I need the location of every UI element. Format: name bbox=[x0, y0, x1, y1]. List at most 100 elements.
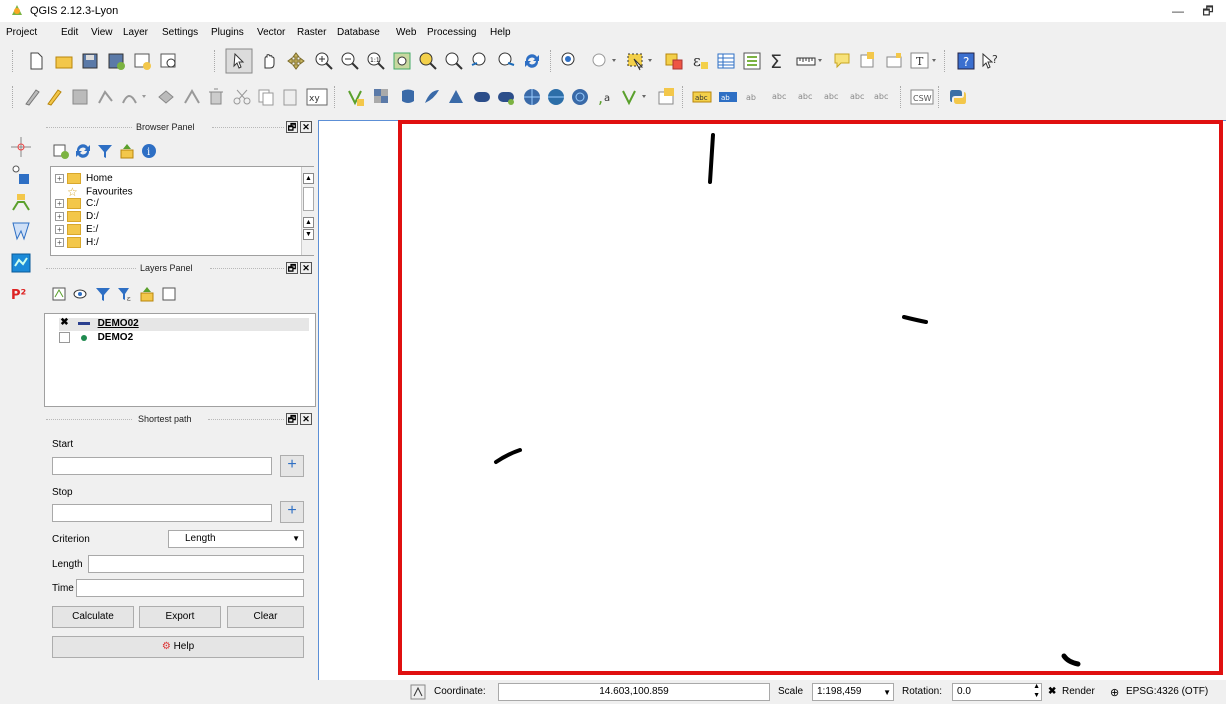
menu-layer[interactable]: Layer bbox=[123, 27, 148, 38]
add-wfs-layer-icon[interactable] bbox=[570, 87, 590, 107]
python-console-icon[interactable] bbox=[948, 87, 968, 107]
help-button[interactable]: ⚙ Help bbox=[52, 636, 304, 658]
new-shapefile-layer-icon[interactable] bbox=[620, 87, 650, 107]
select-features-icon[interactable] bbox=[626, 51, 656, 71]
network-analysis-icon[interactable] bbox=[10, 164, 32, 186]
add-mssql-layer-icon[interactable] bbox=[446, 87, 466, 107]
menu-vector[interactable]: Vector bbox=[257, 27, 285, 38]
statistical-summary-icon[interactable]: Σ bbox=[768, 51, 788, 71]
manage-layer-visibility-icon[interactable] bbox=[72, 285, 90, 303]
menu-help[interactable]: Help bbox=[490, 27, 511, 38]
zoom-next-icon[interactable] bbox=[496, 51, 516, 71]
new-print-composer-icon[interactable] bbox=[132, 51, 152, 71]
add-oracle-layer-icon[interactable] bbox=[472, 87, 492, 107]
browser-scrollbar[interactable]: ▲ ▲ ▼ bbox=[301, 167, 314, 255]
composer-manager-icon[interactable] bbox=[158, 51, 178, 71]
scroll-thumb[interactable] bbox=[303, 187, 314, 211]
maximize-button[interactable]: 🗗 bbox=[1196, 2, 1220, 20]
add-circular-string-icon[interactable] bbox=[120, 87, 150, 107]
stop-capture-point-button[interactable]: + bbox=[280, 501, 304, 523]
zoom-to-selection-icon[interactable] bbox=[418, 51, 438, 71]
toggle-extents-icon[interactable] bbox=[410, 684, 426, 700]
layers-panel-header[interactable]: Layers Panel 🗗 ✕ bbox=[44, 261, 316, 277]
clear-button[interactable]: Clear bbox=[227, 606, 304, 628]
line-feature[interactable] bbox=[1061, 653, 1081, 667]
layers-panel-float-button[interactable]: 🗗 bbox=[286, 262, 298, 274]
filter-browser-icon[interactable] bbox=[96, 142, 114, 160]
rotation-field[interactable]: 0.0 ▲ ▼ bbox=[952, 683, 1042, 701]
save-as-icon[interactable] bbox=[106, 51, 126, 71]
calculate-button[interactable]: Calculate bbox=[52, 606, 134, 628]
text-annotation-icon[interactable]: T bbox=[910, 51, 940, 71]
save-layer-edits-icon[interactable] bbox=[70, 87, 90, 107]
browser-panel-float-button[interactable]: 🗗 bbox=[286, 121, 298, 133]
add-delimited-text-icon[interactable]: ,a bbox=[596, 87, 616, 107]
add-wms-layer-icon[interactable] bbox=[522, 87, 542, 107]
stop-point-input[interactable] bbox=[52, 504, 272, 522]
shortest-path-close-button[interactable]: ✕ bbox=[300, 413, 312, 425]
pin-labels-icon[interactable]: abc bbox=[770, 87, 790, 107]
change-label-icon[interactable]: abc bbox=[872, 87, 892, 107]
xy-tool-icon[interactable]: xy bbox=[306, 87, 328, 107]
copy-features-icon[interactable] bbox=[256, 87, 276, 107]
show-hide-labels-icon[interactable]: abc bbox=[796, 87, 816, 107]
spinner-arrows-icon[interactable]: ▲ ▼ bbox=[1033, 682, 1040, 700]
label-tool-icon[interactable]: abc bbox=[692, 87, 712, 107]
deselect-features-icon[interactable] bbox=[664, 51, 684, 71]
rotate-label-icon[interactable]: abc bbox=[848, 87, 868, 107]
menu-plugins[interactable]: Plugins bbox=[211, 27, 244, 38]
browser-item-d[interactable]: + D:/ bbox=[55, 211, 99, 223]
paste-features-icon[interactable] bbox=[280, 87, 300, 107]
scroll-up-arrow-icon[interactable]: ▲ bbox=[303, 217, 314, 228]
length-field[interactable] bbox=[88, 555, 304, 573]
road-graph-icon[interactable] bbox=[10, 192, 32, 214]
add-wcs-layer-icon[interactable] bbox=[546, 87, 566, 107]
refresh-icon[interactable] bbox=[522, 51, 542, 71]
filter-by-expression-icon[interactable]: ε bbox=[116, 285, 134, 303]
cut-features-icon[interactable] bbox=[232, 87, 252, 107]
browser-item-home[interactable]: + Home bbox=[55, 173, 113, 185]
browser-item-e[interactable]: + E:/ bbox=[55, 224, 98, 236]
zoom-full-icon[interactable] bbox=[392, 51, 412, 71]
collapse-all-icon[interactable] bbox=[118, 142, 136, 160]
open-layer-styling-icon[interactable] bbox=[50, 285, 68, 303]
zoom-last-icon[interactable] bbox=[470, 51, 490, 71]
zoom-in-icon[interactable] bbox=[314, 51, 334, 71]
remove-layer-icon[interactable] bbox=[160, 285, 178, 303]
current-edits-icon[interactable] bbox=[22, 87, 42, 107]
start-capture-point-button[interactable]: + bbox=[280, 455, 304, 477]
browser-refresh-icon[interactable] bbox=[74, 142, 92, 160]
add-spatialite-layer-icon[interactable] bbox=[422, 87, 442, 107]
shortest-path-float-button[interactable]: 🗗 bbox=[286, 413, 298, 425]
line-feature[interactable] bbox=[708, 133, 715, 184]
map-tips-icon[interactable] bbox=[832, 51, 852, 71]
pan-map-icon[interactable] bbox=[258, 51, 278, 71]
menu-web[interactable]: Web bbox=[396, 27, 416, 38]
identify-features-icon[interactable] bbox=[560, 51, 580, 71]
layer-item-demo2[interactable]: DEMO2 bbox=[59, 332, 133, 345]
csw-icon[interactable]: CSW bbox=[910, 87, 934, 107]
filter-legend-icon[interactable] bbox=[94, 285, 112, 303]
criterion-select[interactable]: Length ▼ bbox=[168, 530, 304, 548]
vector-selection-icon[interactable] bbox=[10, 220, 32, 242]
browser-item-favourites[interactable]: ☆ Favourites bbox=[55, 185, 133, 199]
menu-edit[interactable]: Edit bbox=[61, 27, 78, 38]
crs-status[interactable]: EPSG:4326 (OTF) bbox=[1126, 686, 1208, 697]
measure-line-icon[interactable] bbox=[796, 51, 826, 71]
start-point-input[interactable] bbox=[52, 457, 272, 475]
menu-processing[interactable]: Processing bbox=[427, 27, 476, 38]
export-button[interactable]: Export bbox=[139, 606, 221, 628]
zoom-to-layer-icon[interactable] bbox=[444, 51, 464, 71]
show-bookmarks-icon[interactable] bbox=[884, 51, 904, 71]
menu-raster[interactable]: Raster bbox=[297, 27, 326, 38]
delete-selected-icon[interactable] bbox=[206, 87, 226, 107]
add-feature-icon[interactable] bbox=[96, 87, 116, 107]
add-raster-layer-icon[interactable] bbox=[372, 87, 392, 107]
shortest-path-header[interactable]: Shortest path 🗗 ✕ bbox=[44, 412, 316, 428]
menu-settings[interactable]: Settings bbox=[162, 27, 198, 38]
add-virtual-layer-icon[interactable] bbox=[656, 87, 676, 107]
map-layer-icon[interactable] bbox=[10, 252, 32, 274]
highlight-pinned-labels-icon[interactable]: ab bbox=[744, 87, 764, 107]
layers-panel-close-button[interactable]: ✕ bbox=[300, 262, 312, 274]
new-bookmark-icon[interactable] bbox=[858, 51, 878, 71]
